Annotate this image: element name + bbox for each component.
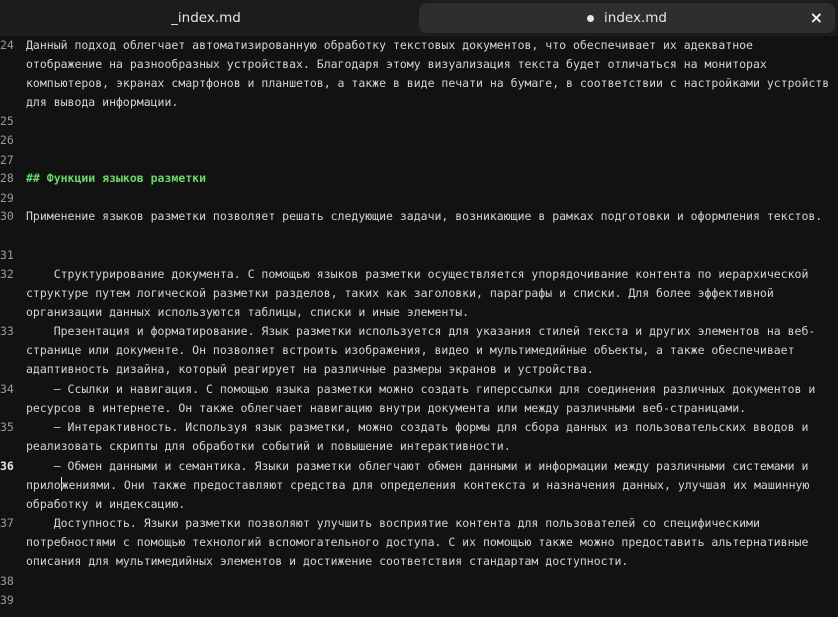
text-after-cursor: жениями. Они также предоставляют средств… — [26, 478, 817, 511]
tab-index-underscore[interactable]: _index.md — [0, 3, 412, 33]
line-number: 25 — [0, 114, 14, 128]
line-number: 38 — [0, 574, 14, 588]
line-text: – Ссылки и навигация. С помощью языка ра… — [26, 382, 823, 415]
text-editor[interactable]: 24 Данный подход облегчает автоматизиров… — [0, 36, 838, 617]
line-number: 33 — [0, 324, 14, 338]
line-number: 30 — [0, 209, 14, 223]
line-number: 32 — [0, 267, 14, 281]
line-text: Презентация и форматирование. Язык разме… — [26, 324, 816, 376]
line-text: Применение языков разметки позволяет реш… — [26, 209, 823, 223]
line-number: 29 — [0, 191, 14, 205]
line-number: 28 — [0, 171, 14, 185]
tab-label: index.md — [604, 10, 667, 26]
line-text: Доступность. Языки разметки позволяют ул… — [26, 516, 816, 568]
line-number: 31 — [0, 248, 14, 262]
line-number: 37 — [0, 516, 14, 530]
line-text: Данный подход облегчает автоматизированн… — [26, 38, 837, 109]
line-text: – Обмен данными и семантика. Языки разме… — [26, 457, 832, 514]
line-text: – Интерактивность. Используя язык размет… — [26, 420, 816, 453]
tab-label: _index.md — [171, 10, 241, 26]
unsaved-dot-icon — [587, 14, 595, 22]
close-icon[interactable]: × — [810, 8, 823, 27]
line-number: 36 — [0, 459, 14, 473]
tab-bar: _index.md index.md × — [0, 0, 838, 36]
line-number: 39 — [0, 593, 14, 607]
tab-index-active[interactable]: index.md × — [419, 3, 835, 33]
line-text: Структурирование документа. С помощью яз… — [26, 267, 816, 319]
line-number: 27 — [0, 153, 14, 167]
line-number: 34 — [0, 382, 14, 396]
line-number: 26 — [0, 133, 14, 147]
line-number: 24 — [0, 38, 14, 52]
line-number: 35 — [0, 420, 14, 434]
markdown-heading: ## Функции языков разметки — [26, 171, 207, 185]
